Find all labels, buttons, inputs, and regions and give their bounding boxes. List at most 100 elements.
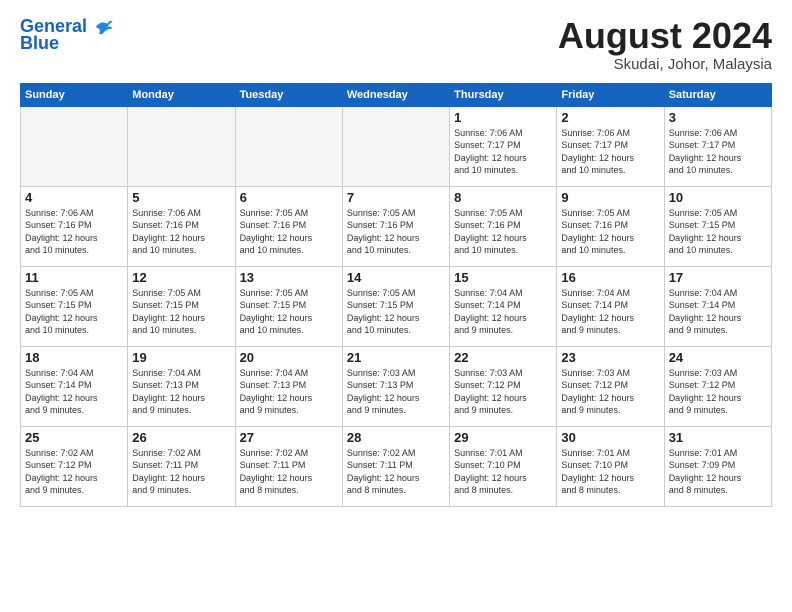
day-number: 10 bbox=[669, 190, 767, 205]
day-number: 18 bbox=[25, 350, 123, 365]
calendar-week-row: 1 Sunrise: 7:06 AM Sunset: 7:17 PM Daylig… bbox=[21, 106, 772, 186]
day-number: 13 bbox=[240, 270, 338, 285]
day-number: 3 bbox=[669, 110, 767, 125]
calendar-week-row: 11 Sunrise: 7:05 AM Sunset: 7:15 PM Dayli… bbox=[21, 266, 772, 346]
calendar-cell: 19 Sunrise: 7:04 AM Sunset: 7:13 PM Dayli… bbox=[128, 346, 235, 426]
day-info: Sunrise: 7:06 AM Sunset: 7:17 PM Dayligh… bbox=[454, 127, 552, 177]
day-info: Sunrise: 7:06 AM Sunset: 7:17 PM Dayligh… bbox=[669, 127, 767, 177]
calendar-cell: 7 Sunrise: 7:05 AM Sunset: 7:16 PM Daylig… bbox=[342, 186, 449, 266]
calendar-cell: 6 Sunrise: 7:05 AM Sunset: 7:16 PM Daylig… bbox=[235, 186, 342, 266]
calendar-cell: 4Sunrise: 7:06 AM Sunset: 7:16 PM Daylig… bbox=[21, 186, 128, 266]
day-number: 23 bbox=[561, 350, 659, 365]
calendar-cell: 17 Sunrise: 7:04 AM Sunset: 7:14 PM Dayli… bbox=[664, 266, 771, 346]
day-number: 1 bbox=[454, 110, 552, 125]
day-number: 15 bbox=[454, 270, 552, 285]
weekday-header: Wednesday bbox=[342, 83, 449, 106]
calendar-cell bbox=[128, 106, 235, 186]
day-number: 19 bbox=[132, 350, 230, 365]
calendar-cell: 1 Sunrise: 7:06 AM Sunset: 7:17 PM Daylig… bbox=[450, 106, 557, 186]
weekday-header: Sunday bbox=[21, 83, 128, 106]
day-info: Sunrise: 7:02 AM Sunset: 7:11 PM Dayligh… bbox=[132, 447, 230, 497]
weekday-header: Saturday bbox=[664, 83, 771, 106]
day-info: Sunrise: 7:03 AM Sunset: 7:13 PM Dayligh… bbox=[347, 367, 445, 417]
calendar-cell: 31Sunrise: 7:01 AM Sunset: 7:09 PM Dayli… bbox=[664, 426, 771, 506]
calendar-week-row: 4Sunrise: 7:06 AM Sunset: 7:16 PM Daylig… bbox=[21, 186, 772, 266]
calendar-week-row: 25 Sunrise: 7:02 AM Sunset: 7:12 PM Dayli… bbox=[21, 426, 772, 506]
day-info: Sunrise: 7:01 AM Sunset: 7:09 PM Dayligh… bbox=[669, 447, 767, 497]
day-info: Sunrise: 7:04 AM Sunset: 7:14 PM Dayligh… bbox=[454, 287, 552, 337]
month-title: August 2024 bbox=[558, 16, 772, 56]
calendar-cell: 27 Sunrise: 7:02 AM Sunset: 7:11 PM Dayli… bbox=[235, 426, 342, 506]
calendar-week-row: 18 Sunrise: 7:04 AM Sunset: 7:14 PM Dayli… bbox=[21, 346, 772, 426]
calendar-cell: 12Sunrise: 7:05 AM Sunset: 7:15 PM Dayli… bbox=[128, 266, 235, 346]
calendar-cell: 23 Sunrise: 7:03 AM Sunset: 7:12 PM Dayli… bbox=[557, 346, 664, 426]
calendar-cell: 14 Sunrise: 7:05 AM Sunset: 7:15 PM Dayli… bbox=[342, 266, 449, 346]
title-area: August 2024 Skudai, Johor, Malaysia bbox=[558, 16, 772, 73]
day-number: 21 bbox=[347, 350, 445, 365]
calendar-cell: 9 Sunrise: 7:05 AM Sunset: 7:16 PM Daylig… bbox=[557, 186, 664, 266]
day-info: Sunrise: 7:05 AM Sunset: 7:15 PM Dayligh… bbox=[347, 287, 445, 337]
day-info: Sunrise: 7:05 AM Sunset: 7:15 PM Dayligh… bbox=[669, 207, 767, 257]
day-number: 29 bbox=[454, 430, 552, 445]
calendar-cell: 29 Sunrise: 7:01 AM Sunset: 7:10 PM Dayli… bbox=[450, 426, 557, 506]
header: General Blue August 2024 Skudai, Johor, … bbox=[20, 16, 772, 73]
day-number: 27 bbox=[240, 430, 338, 445]
day-number: 16 bbox=[561, 270, 659, 285]
day-info: Sunrise: 7:03 AM Sunset: 7:12 PM Dayligh… bbox=[454, 367, 552, 417]
calendar-cell bbox=[235, 106, 342, 186]
day-info: Sunrise: 7:03 AM Sunset: 7:12 PM Dayligh… bbox=[669, 367, 767, 417]
day-info: Sunrise: 7:01 AM Sunset: 7:10 PM Dayligh… bbox=[454, 447, 552, 497]
logo: General Blue bbox=[20, 16, 114, 54]
day-info: Sunrise: 7:06 AM Sunset: 7:16 PM Dayligh… bbox=[25, 207, 123, 257]
logo-bird-icon bbox=[94, 17, 114, 37]
day-info: Sunrise: 7:01 AM Sunset: 7:10 PM Dayligh… bbox=[561, 447, 659, 497]
day-info: Sunrise: 7:04 AM Sunset: 7:13 PM Dayligh… bbox=[132, 367, 230, 417]
subtitle: Skudai, Johor, Malaysia bbox=[558, 56, 772, 73]
day-number: 17 bbox=[669, 270, 767, 285]
weekday-header: Thursday bbox=[450, 83, 557, 106]
day-number: 6 bbox=[240, 190, 338, 205]
calendar-cell: 21 Sunrise: 7:03 AM Sunset: 7:13 PM Dayli… bbox=[342, 346, 449, 426]
day-info: Sunrise: 7:04 AM Sunset: 7:14 PM Dayligh… bbox=[669, 287, 767, 337]
day-info: Sunrise: 7:02 AM Sunset: 7:11 PM Dayligh… bbox=[240, 447, 338, 497]
calendar-cell: 3 Sunrise: 7:06 AM Sunset: 7:17 PM Daylig… bbox=[664, 106, 771, 186]
day-info: Sunrise: 7:02 AM Sunset: 7:12 PM Dayligh… bbox=[25, 447, 123, 497]
day-number: 25 bbox=[25, 430, 123, 445]
day-info: Sunrise: 7:06 AM Sunset: 7:17 PM Dayligh… bbox=[561, 127, 659, 177]
day-number: 20 bbox=[240, 350, 338, 365]
day-number: 14 bbox=[347, 270, 445, 285]
weekday-header: Friday bbox=[557, 83, 664, 106]
calendar-cell: 15 Sunrise: 7:04 AM Sunset: 7:14 PM Dayli… bbox=[450, 266, 557, 346]
day-number: 11 bbox=[25, 270, 123, 285]
day-info: Sunrise: 7:04 AM Sunset: 7:14 PM Dayligh… bbox=[25, 367, 123, 417]
day-info: Sunrise: 7:05 AM Sunset: 7:16 PM Dayligh… bbox=[347, 207, 445, 257]
calendar-cell: 26 Sunrise: 7:02 AM Sunset: 7:11 PM Dayli… bbox=[128, 426, 235, 506]
day-number: 26 bbox=[132, 430, 230, 445]
calendar-cell: 11 Sunrise: 7:05 AM Sunset: 7:15 PM Dayli… bbox=[21, 266, 128, 346]
day-info: Sunrise: 7:05 AM Sunset: 7:16 PM Dayligh… bbox=[454, 207, 552, 257]
weekday-header: Monday bbox=[128, 83, 235, 106]
day-info: Sunrise: 7:05 AM Sunset: 7:16 PM Dayligh… bbox=[561, 207, 659, 257]
calendar-cell: 30 Sunrise: 7:01 AM Sunset: 7:10 PM Dayli… bbox=[557, 426, 664, 506]
calendar-cell: 16Sunrise: 7:04 AM Sunset: 7:14 PM Dayli… bbox=[557, 266, 664, 346]
day-info: Sunrise: 7:03 AM Sunset: 7:12 PM Dayligh… bbox=[561, 367, 659, 417]
page: General Blue August 2024 Skudai, Johor, … bbox=[0, 0, 792, 612]
day-number: 9 bbox=[561, 190, 659, 205]
day-number: 7 bbox=[347, 190, 445, 205]
day-number: 5 bbox=[132, 190, 230, 205]
day-info: Sunrise: 7:05 AM Sunset: 7:16 PM Dayligh… bbox=[240, 207, 338, 257]
day-info: Sunrise: 7:04 AM Sunset: 7:13 PM Dayligh… bbox=[240, 367, 338, 417]
calendar-cell: 10 Sunrise: 7:05 AM Sunset: 7:15 PM Dayli… bbox=[664, 186, 771, 266]
day-number: 30 bbox=[561, 430, 659, 445]
day-number: 2 bbox=[561, 110, 659, 125]
calendar-cell: 28Sunrise: 7:02 AM Sunset: 7:11 PM Dayli… bbox=[342, 426, 449, 506]
weekday-header: Tuesday bbox=[235, 83, 342, 106]
calendar-cell: 8Sunrise: 7:05 AM Sunset: 7:16 PM Daylig… bbox=[450, 186, 557, 266]
day-info: Sunrise: 7:02 AM Sunset: 7:11 PM Dayligh… bbox=[347, 447, 445, 497]
calendar-cell bbox=[342, 106, 449, 186]
calendar-cell: 24Sunrise: 7:03 AM Sunset: 7:12 PM Dayli… bbox=[664, 346, 771, 426]
day-number: 22 bbox=[454, 350, 552, 365]
calendar-cell: 25 Sunrise: 7:02 AM Sunset: 7:12 PM Dayli… bbox=[21, 426, 128, 506]
calendar-cell: 13Sunrise: 7:05 AM Sunset: 7:15 PM Dayli… bbox=[235, 266, 342, 346]
day-info: Sunrise: 7:05 AM Sunset: 7:15 PM Dayligh… bbox=[25, 287, 123, 337]
